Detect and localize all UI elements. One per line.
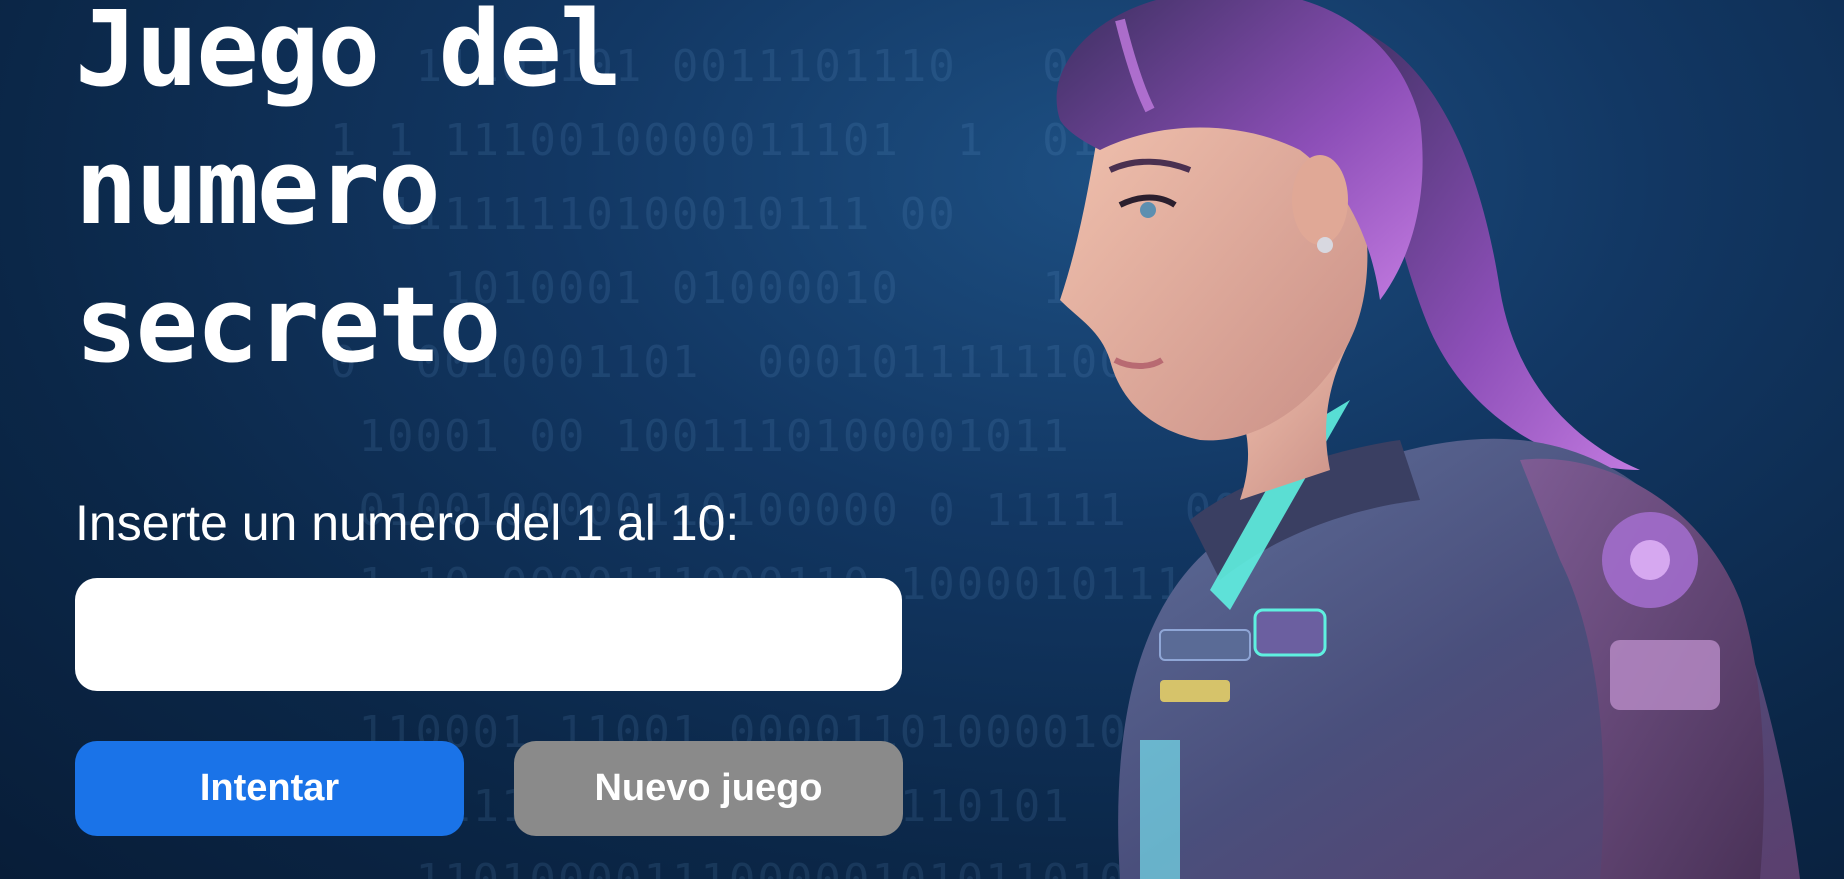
button-row: Intentar Nuevo juego [75, 741, 905, 836]
number-input[interactable] [75, 578, 902, 691]
number-input-label: Inserte un numero del 1 al 10: [75, 495, 740, 551]
game-panel: Juego del numero secreto Inserte un nume… [75, 0, 905, 836]
try-button[interactable]: Intentar [75, 741, 464, 836]
page-title: Juego del numero secreto [75, 0, 623, 386]
astronaut-girl-illustration [1056, 0, 1800, 879]
new-game-button[interactable]: Nuevo juego [514, 741, 903, 836]
